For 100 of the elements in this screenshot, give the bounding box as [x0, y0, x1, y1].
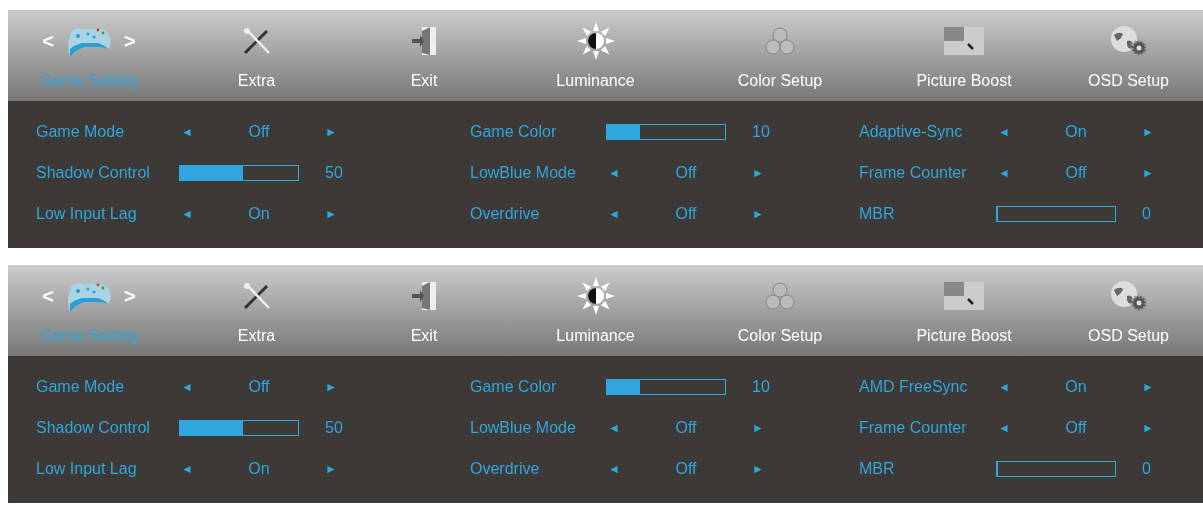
- menu-tab[interactable]: Picture Boost: [874, 10, 1054, 101]
- slider-track[interactable]: [606, 123, 726, 140]
- setting-label: LowBlue Mode: [470, 162, 577, 183]
- right-arrow-button[interactable]: ►: [1140, 418, 1156, 437]
- setting-label: Frame Counter: [859, 417, 968, 438]
- slider-reading: 0: [1142, 203, 1151, 224]
- menu-tab[interactable]: Color Setup: [686, 10, 874, 101]
- left-arrow-button[interactable]: ◄: [996, 418, 1012, 437]
- menu-tab[interactable]: OSD Setup: [1054, 265, 1203, 356]
- slider-track[interactable]: [996, 460, 1116, 477]
- setting-value: Off: [1064, 162, 1088, 183]
- setting-label: Game Color: [470, 121, 558, 142]
- left-arrow-button[interactable]: ◄: [606, 418, 622, 437]
- setting-value: Off: [674, 458, 698, 479]
- tab-label: Extra: [237, 326, 276, 346]
- setting-label: Overdrive: [470, 203, 541, 224]
- menu-tab[interactable]: Color Setup: [686, 265, 874, 356]
- left-arrow-button[interactable]: ◄: [996, 163, 1012, 182]
- slider-reading: 10: [752, 376, 770, 397]
- tab-label: Luminance: [556, 326, 635, 346]
- door-icon: [410, 25, 438, 57]
- slider-track[interactable]: [996, 205, 1116, 222]
- tab-label: Extra: [237, 71, 276, 91]
- picture-boost-icon: [944, 27, 984, 55]
- nav-prev[interactable]: <: [42, 281, 54, 311]
- slider-reading: 50: [325, 417, 343, 438]
- globe-gear-icon: [1108, 25, 1149, 57]
- setting-value: Off: [247, 121, 271, 142]
- setting-value: On: [247, 458, 271, 479]
- setting-label: LowBlue Mode: [470, 417, 577, 438]
- right-arrow-button[interactable]: ►: [323, 204, 339, 223]
- setting-label: MBR: [859, 203, 896, 224]
- slider-track[interactable]: [179, 164, 299, 181]
- menu-tab[interactable]: Extra: [170, 10, 343, 101]
- setting-value: Off: [674, 162, 698, 183]
- menu-tab[interactable]: < > Game Setting: [8, 10, 170, 101]
- nav-prev[interactable]: <: [42, 26, 54, 56]
- setting-value: Off: [674, 203, 698, 224]
- slider-reading: 0: [1142, 458, 1151, 479]
- menu-tab[interactable]: Luminance: [505, 265, 686, 356]
- right-arrow-button[interactable]: ►: [750, 459, 766, 478]
- picture-boost-icon: [944, 282, 984, 310]
- setting-value: Off: [674, 417, 698, 438]
- three-spheres-icon: [764, 26, 796, 56]
- setting-label: Shadow Control: [36, 417, 151, 438]
- setting-value: On: [1064, 121, 1088, 142]
- right-arrow-button[interactable]: ►: [1140, 163, 1156, 182]
- setting-value: Off: [1064, 417, 1088, 438]
- tab-label: OSD Setup: [1088, 326, 1169, 346]
- right-arrow-button[interactable]: ►: [750, 204, 766, 223]
- tab-label: Picture Boost: [916, 326, 1012, 346]
- left-arrow-button[interactable]: ◄: [606, 459, 622, 478]
- left-arrow-button[interactable]: ◄: [606, 204, 622, 223]
- left-arrow-button[interactable]: ◄: [179, 459, 195, 478]
- left-arrow-button[interactable]: ◄: [996, 377, 1012, 396]
- setting-label: Low Input Lag: [36, 203, 138, 224]
- slider-reading: 50: [325, 162, 343, 183]
- setting-label: Game Mode: [36, 376, 126, 397]
- left-arrow-button[interactable]: ◄: [179, 204, 195, 223]
- tab-label: Game Setting: [40, 71, 138, 91]
- left-arrow-button[interactable]: ◄: [606, 163, 622, 182]
- right-arrow-button[interactable]: ►: [323, 377, 339, 396]
- tab-label: Luminance: [556, 71, 635, 91]
- slider-reading: 10: [752, 121, 770, 142]
- setting-label: Low Input Lag: [36, 458, 138, 479]
- menu-tab[interactable]: Extra: [170, 265, 343, 356]
- right-arrow-button[interactable]: ►: [323, 122, 339, 141]
- setting-label: Shadow Control: [36, 162, 151, 183]
- setting-label: Game Color: [470, 376, 558, 397]
- setting-label: AMD FreeSync: [859, 376, 969, 397]
- menu-tab[interactable]: Picture Boost: [874, 265, 1054, 356]
- setting-value: Off: [247, 376, 271, 397]
- tab-label: Color Setup: [737, 326, 823, 346]
- menu-tab[interactable]: < > Game Setting: [8, 265, 170, 356]
- slider-track[interactable]: [179, 419, 299, 436]
- right-arrow-button[interactable]: ►: [750, 418, 766, 437]
- menu-tab[interactable]: Exit: [343, 265, 505, 356]
- right-arrow-button[interactable]: ►: [1140, 122, 1156, 141]
- setting-value: On: [1064, 376, 1088, 397]
- setting-label: MBR: [859, 458, 896, 479]
- left-arrow-button[interactable]: ◄: [179, 122, 195, 141]
- slider-track[interactable]: [606, 378, 726, 395]
- tab-label: OSD Setup: [1088, 71, 1169, 91]
- right-arrow-button[interactable]: ►: [750, 163, 766, 182]
- left-arrow-button[interactable]: ◄: [996, 122, 1012, 141]
- menu-tab[interactable]: Exit: [343, 10, 505, 101]
- setting-label: Frame Counter: [859, 162, 968, 183]
- right-arrow-button[interactable]: ►: [1140, 377, 1156, 396]
- tab-label: Game Setting: [40, 326, 138, 346]
- tab-label: Picture Boost: [916, 71, 1012, 91]
- nav-next[interactable]: >: [124, 26, 136, 56]
- menu-tab[interactable]: OSD Setup: [1054, 10, 1203, 101]
- menu-tab[interactable]: Luminance: [505, 10, 686, 101]
- right-arrow-button[interactable]: ►: [323, 459, 339, 478]
- tab-label: Color Setup: [737, 71, 823, 91]
- globe-gear-icon: [1108, 280, 1149, 312]
- nav-next[interactable]: >: [124, 281, 136, 311]
- left-arrow-button[interactable]: ◄: [179, 377, 195, 396]
- three-spheres-icon: [764, 281, 796, 311]
- door-icon: [410, 280, 438, 312]
